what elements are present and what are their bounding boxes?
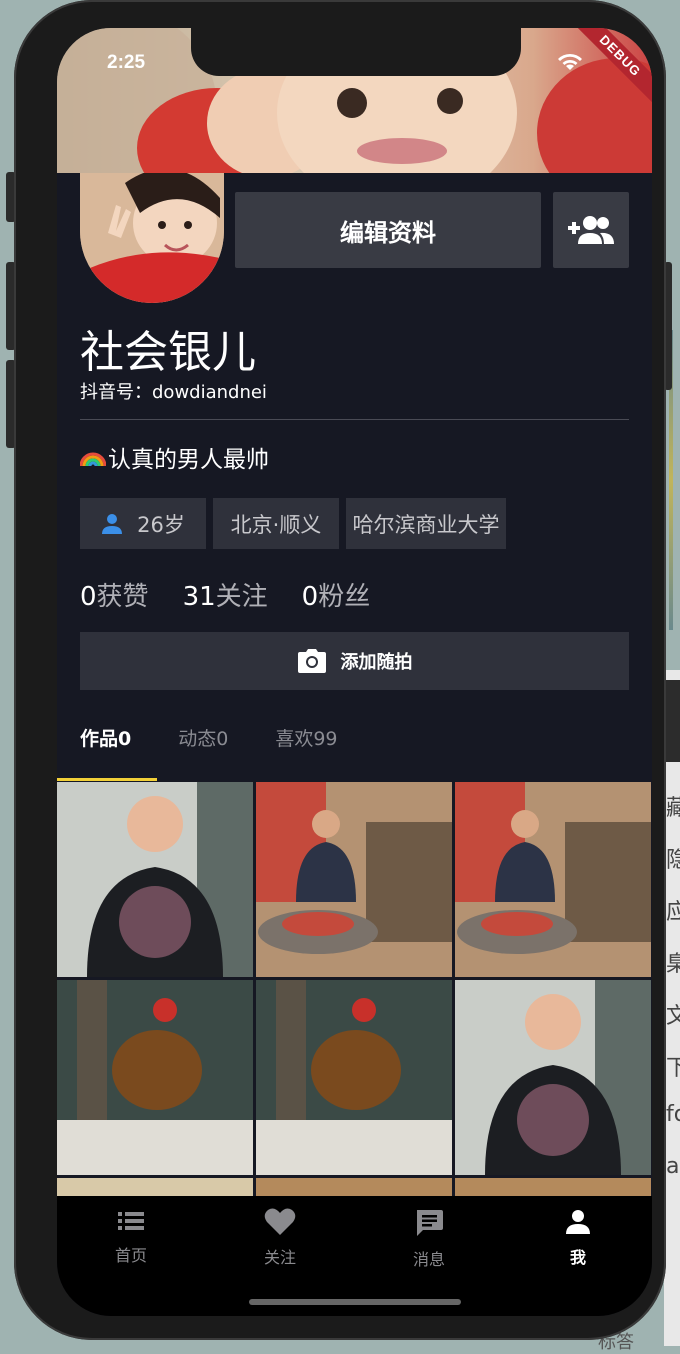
nav-me-label: 我: [569, 1248, 586, 1267]
bio-text: 认真的男人最帅: [108, 447, 269, 473]
heart-icon: [264, 1208, 296, 1235]
video-thumbnail[interactable]: [57, 1178, 253, 1198]
list-icon: [118, 1212, 144, 1230]
message-icon: [417, 1210, 443, 1236]
background-text: a: [666, 1154, 680, 1179]
background-text: 隐: [666, 848, 680, 873]
following-stat[interactable]: 31关注: [183, 576, 268, 613]
profile-tags: 26岁 北京·顺义 哈尔滨商业大学: [80, 498, 506, 549]
nav-messages-label: 消息: [412, 1250, 445, 1269]
add-friend-icon: [568, 216, 614, 244]
phone-frame: 2:25 DEBUG 编辑资料 社会银儿 抖音号：dowdiandnei 认真的…: [14, 0, 666, 1340]
video-thumbnail[interactable]: [256, 1178, 452, 1198]
quick-shoot-label: 添加随拍: [340, 652, 413, 673]
divider: [80, 419, 629, 420]
video-thumbnail[interactable]: [57, 980, 253, 1175]
person-icon: [102, 513, 123, 534]
video-thumbnail[interactable]: [256, 782, 452, 977]
tab-works[interactable]: 作品0: [80, 724, 131, 751]
bottom-nav: 首页 关注 消息 我: [57, 1196, 652, 1316]
person-icon: [566, 1210, 590, 1234]
home-indicator: [249, 1299, 461, 1305]
tab-likes[interactable]: 喜欢99: [275, 724, 337, 751]
nav-messages[interactable]: 消息: [369, 1208, 489, 1270]
background-text: 下: [666, 1056, 680, 1081]
nickname: 社会银儿: [80, 327, 256, 378]
camera-icon: [297, 649, 326, 673]
background-text: 藏: [666, 796, 680, 821]
followers-stat[interactable]: 0粉丝: [302, 576, 371, 613]
app-screen: 2:25 DEBUG 编辑资料 社会银儿 抖音号：dowdiandnei 认真的…: [57, 28, 652, 1316]
school-tag: 哈尔滨商业大学: [346, 498, 506, 549]
rainbow-icon: [80, 452, 106, 467]
likes-stat[interactable]: 0获赞: [80, 576, 149, 613]
video-thumbnail[interactable]: [57, 782, 253, 977]
tab-moments[interactable]: 动态0: [178, 724, 228, 751]
location-tag: 北京·顺义: [213, 498, 339, 549]
background-text: 应: [666, 900, 680, 925]
background-text: fo: [666, 1102, 680, 1127]
background-decoration: [664, 680, 680, 762]
nav-me[interactable]: 我: [518, 1208, 638, 1268]
status-bar: 2:25: [57, 28, 652, 88]
background-text: 臬: [666, 952, 680, 977]
background-text: 文: [666, 1004, 680, 1029]
content-tabs: 作品0 动态0 喜欢99: [80, 724, 338, 751]
profile-stats: 0获赞 31关注 0粉丝: [80, 576, 370, 613]
douyin-id: 抖音号：dowdiandnei: [80, 382, 267, 403]
edit-profile-button[interactable]: 编辑资料: [235, 192, 541, 268]
nav-home-label: 首页: [114, 1246, 147, 1265]
video-thumbnail[interactable]: [455, 980, 651, 1175]
nav-following[interactable]: 关注: [220, 1208, 340, 1268]
age-tag: 26岁: [80, 498, 206, 549]
status-time: 2:25: [107, 52, 146, 73]
video-thumbnail[interactable]: [256, 980, 452, 1175]
bio: 认真的男人最帅: [80, 440, 269, 474]
wifi-icon: [557, 52, 583, 76]
add-friend-button[interactable]: [553, 192, 629, 268]
add-quick-shoot-button[interactable]: 添加随拍: [80, 632, 629, 690]
avatar[interactable]: [80, 173, 224, 303]
video-thumbnail[interactable]: [455, 782, 651, 977]
age-text: 26岁: [137, 512, 185, 537]
nav-home[interactable]: 首页: [71, 1208, 191, 1266]
background-window: 藏 隐 应 臬 文 下 fo a: [664, 670, 680, 1346]
tab-indicator: [57, 778, 157, 781]
video-thumbnail[interactable]: [455, 1178, 651, 1198]
nav-following-label: 关注: [263, 1248, 296, 1267]
